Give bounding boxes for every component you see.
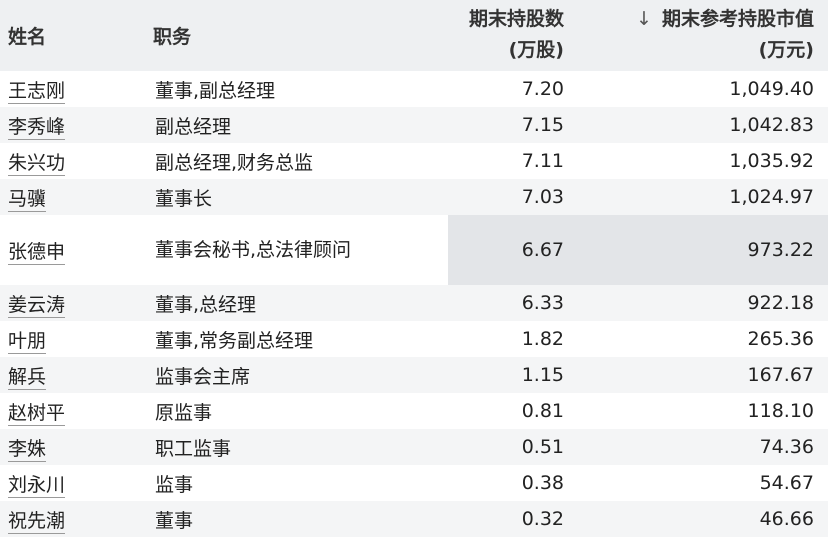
- value-cell: 922.18: [578, 285, 828, 321]
- shares-cell: 6.33: [448, 285, 578, 321]
- name-cell: 赵树平: [0, 393, 145, 429]
- name-cell: 姜云涛: [0, 285, 145, 321]
- person-link[interactable]: 祝先潮: [8, 509, 66, 534]
- person-link[interactable]: 李姝: [8, 437, 47, 462]
- table-row: 解兵 监事会主席 1.15 167.67: [0, 357, 828, 393]
- role-text: 董事会秘书,总法律顾问: [155, 238, 352, 261]
- name-cell: 王志刚: [0, 71, 145, 107]
- role-cell: 职工监事: [145, 429, 448, 465]
- value-cell: 1,042.83: [578, 107, 828, 143]
- shares-cell: 0.38: [448, 465, 578, 501]
- value-cell: 118.10: [578, 393, 828, 429]
- value-cell: 74.36: [578, 429, 828, 465]
- holdings-table: 姓名 职务 期末持股数 (万股) ↓ 期末参考持股市值 (万元) 王志刚 董事,副…: [0, 0, 828, 537]
- person-link[interactable]: 马骥: [8, 187, 47, 212]
- name-cell: 朱兴功: [0, 143, 145, 179]
- table-row: 赵树平 原监事 0.81 118.10: [0, 393, 828, 429]
- name-cell: 叶朋: [0, 321, 145, 357]
- role-cell: 监事: [145, 465, 448, 501]
- header-value-unit: (万元): [758, 39, 814, 61]
- shares-cell: 1.82: [448, 321, 578, 357]
- role-cell: 董事,总经理: [145, 285, 448, 321]
- shares-cell: 7.11: [448, 143, 578, 179]
- header-row: 姓名 职务 期末持股数 (万股) ↓ 期末参考持股市值 (万元): [0, 0, 828, 71]
- value-cell: 1,024.97: [578, 179, 828, 215]
- table-row-highlighted: 张德申 董事会秘书,总法律顾问 6.67 973.22: [0, 215, 828, 285]
- name-cell: 李秀峰: [0, 107, 145, 143]
- person-link[interactable]: 李秀峰: [8, 115, 66, 140]
- header-shares[interactable]: 期末持股数 (万股): [448, 0, 578, 71]
- shares-cell: 7.03: [448, 179, 578, 215]
- value-cell: 265.36: [578, 321, 828, 357]
- value-cell: 54.67: [578, 465, 828, 501]
- shares-cell: 7.20: [448, 71, 578, 107]
- header-shares-title: 期末持股数: [468, 8, 564, 30]
- name-cell: 马骥: [0, 179, 145, 215]
- table-row: 刘永川 监事 0.38 54.67: [0, 465, 828, 501]
- sort-descending-icon[interactable]: ↓: [636, 8, 652, 30]
- person-link[interactable]: 姜云涛: [8, 293, 66, 318]
- header-shares-unit: (万股): [508, 39, 564, 61]
- person-link[interactable]: 王志刚: [8, 79, 66, 104]
- header-role[interactable]: 职务: [145, 0, 448, 71]
- shares-cell: 7.15: [448, 107, 578, 143]
- header-value[interactable]: ↓ 期末参考持股市值 (万元): [578, 0, 828, 71]
- header-name[interactable]: 姓名: [0, 0, 145, 71]
- role-cell: 董事: [145, 501, 448, 537]
- table-row: 李姝 职工监事 0.51 74.36: [0, 429, 828, 465]
- role-cell: 董事长: [145, 179, 448, 215]
- role-cell: 董事会秘书,总法律顾问: [145, 215, 448, 285]
- name-cell: 李姝: [0, 429, 145, 465]
- name-cell: 祝先潮: [0, 501, 145, 537]
- table-row: 祝先潮 董事 0.32 46.66: [0, 501, 828, 537]
- value-cell: 1,049.40: [578, 71, 828, 107]
- person-link[interactable]: 叶朋: [8, 329, 47, 354]
- role-cell: 副总经理,财务总监: [145, 143, 448, 179]
- table-row: 王志刚 董事,副总经理 7.20 1,049.40: [0, 71, 828, 107]
- table-row: 朱兴功 副总经理,财务总监 7.11 1,035.92: [0, 143, 828, 179]
- role-cell: 董事,副总经理: [145, 71, 448, 107]
- role-cell: 副总经理: [145, 107, 448, 143]
- shares-cell: 1.15: [448, 357, 578, 393]
- name-cell: 张德申: [0, 215, 145, 285]
- table-row: 马骥 董事长 7.03 1,024.97: [0, 179, 828, 215]
- header-value-title-line: ↓ 期末参考持股市值: [586, 4, 814, 35]
- person-link[interactable]: 张德申: [8, 240, 66, 265]
- table-row: 李秀峰 副总经理 7.15 1,042.83: [0, 107, 828, 143]
- value-cell: 1,035.92: [578, 143, 828, 179]
- header-value-title: 期末参考持股市值: [661, 8, 814, 30]
- name-cell: 刘永川: [0, 465, 145, 501]
- shares-cell: 0.81: [448, 393, 578, 429]
- role-cell: 原监事: [145, 393, 448, 429]
- person-link[interactable]: 解兵: [8, 365, 47, 390]
- value-cell: 973.22: [578, 215, 828, 285]
- name-cell: 解兵: [0, 357, 145, 393]
- value-cell: 167.67: [578, 357, 828, 393]
- person-link[interactable]: 刘永川: [8, 473, 66, 498]
- shares-cell: 0.32: [448, 501, 578, 537]
- role-cell: 董事,常务副总经理: [145, 321, 448, 357]
- role-cell: 监事会主席: [145, 357, 448, 393]
- person-link[interactable]: 朱兴功: [8, 151, 66, 176]
- person-link[interactable]: 赵树平: [8, 401, 66, 426]
- value-cell: 46.66: [578, 501, 828, 537]
- table-row: 姜云涛 董事,总经理 6.33 922.18: [0, 285, 828, 321]
- table-row: 叶朋 董事,常务副总经理 1.82 265.36: [0, 321, 828, 357]
- shares-cell: 0.51: [448, 429, 578, 465]
- shares-cell: 6.67: [448, 215, 578, 285]
